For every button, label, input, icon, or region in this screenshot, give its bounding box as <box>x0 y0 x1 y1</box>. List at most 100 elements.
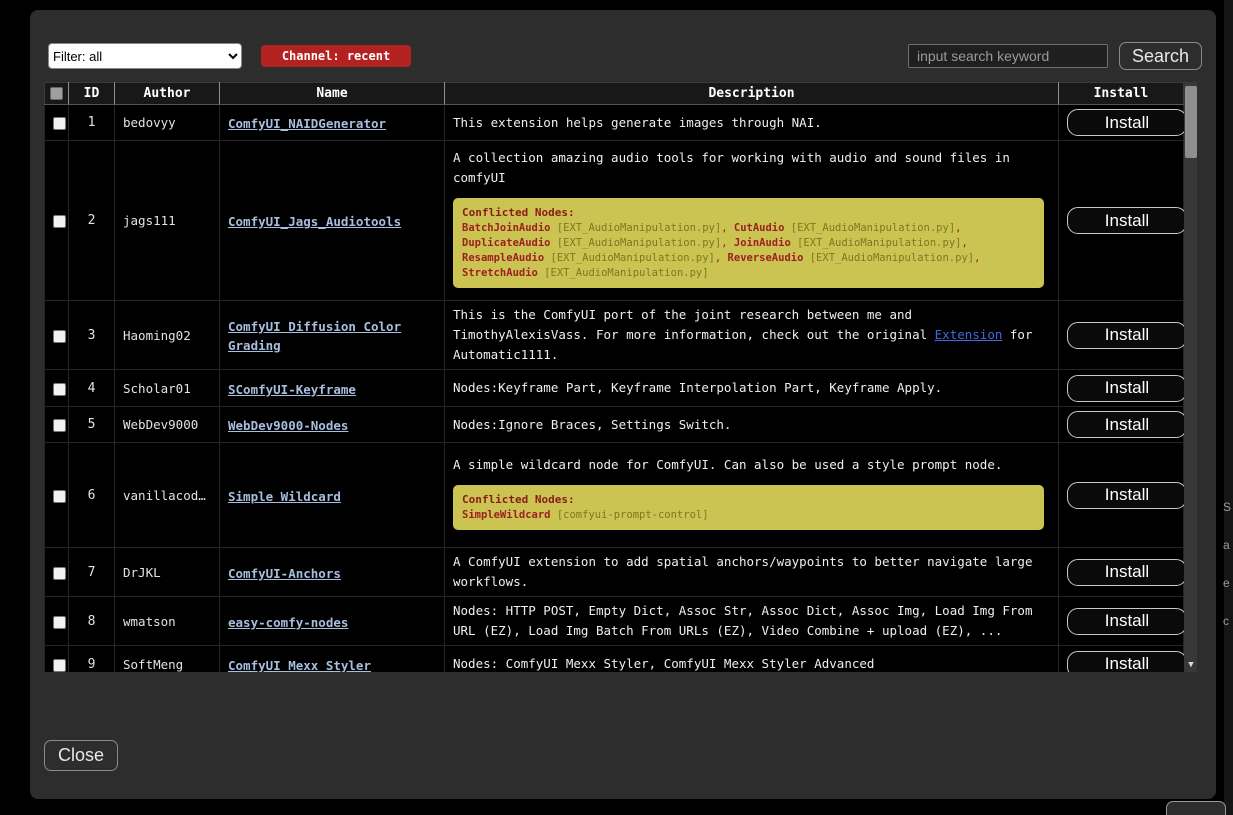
row-select-cell <box>45 548 69 597</box>
row-install-cell: Install <box>1059 597 1184 646</box>
description-text: Nodes:Ignore Braces, Settings Switch. <box>453 415 1050 435</box>
filter-select[interactable]: Filter: all <box>48 43 242 69</box>
extension-table-area: ID Author Name Description Install 1bedo… <box>44 82 1197 672</box>
extension-table: ID Author Name Description Install 1bedo… <box>44 82 1184 672</box>
row-description-cell: A simple wildcard node for ComfyUI. Can … <box>445 443 1059 548</box>
row-description-cell: Nodes: ComfyUI Mexx Styler, ComfyUI Mexx… <box>445 646 1059 673</box>
install-button[interactable]: Install <box>1067 559 1187 586</box>
extension-name-link[interactable]: Simple Wildcard <box>228 489 341 504</box>
header-description: Description <box>445 83 1059 105</box>
row-install-cell: Install <box>1059 301 1184 370</box>
row-checkbox[interactable] <box>53 490 66 503</box>
description-text: Nodes: HTTP POST, Empty Dict, Assoc Str,… <box>453 601 1050 641</box>
table-row: 1bedovyyComfyUI_NAIDGeneratorThis extens… <box>45 105 1184 141</box>
table-header-row: ID Author Name Description Install <box>45 83 1184 105</box>
table-scrollbar[interactable]: ▼ <box>1184 82 1197 672</box>
row-install-cell: Install <box>1059 646 1184 673</box>
row-install-cell: Install <box>1059 141 1184 301</box>
row-name-cell: WebDev9000-Nodes <box>220 407 445 443</box>
row-select-cell <box>45 301 69 370</box>
table-scrollbar-thumb[interactable] <box>1185 86 1197 158</box>
install-button[interactable]: Install <box>1067 411 1187 438</box>
conflict-node-name: ResampleAudio <box>462 252 544 264</box>
row-id: 9 <box>69 646 115 673</box>
row-description-cell: This is the ComfyUI port of the joint re… <box>445 301 1059 370</box>
row-name-cell: ComfyUI_Mexx_Styler <box>220 646 445 673</box>
header-id: ID <box>69 83 115 105</box>
row-checkbox[interactable] <box>53 616 66 629</box>
background-text-fragment: a <box>1223 538 1233 553</box>
dialog-toolbar: Filter: all Channel: recent Search <box>44 42 1202 70</box>
header-name: Name <box>220 83 445 105</box>
scrollbar-down-arrow-icon[interactable]: ▼ <box>1184 659 1197 671</box>
row-checkbox[interactable] <box>53 117 66 130</box>
extension-name-link[interactable]: ComfyUI Diffusion Color Grading <box>228 319 401 353</box>
table-row: 2jags111ComfyUI_Jags_AudiotoolsA collect… <box>45 141 1184 301</box>
row-author: vanillacode314 <box>115 443 220 548</box>
row-install-cell: Install <box>1059 443 1184 548</box>
extension-name-link[interactable]: ComfyUI_Mexx_Styler <box>228 658 371 673</box>
install-button[interactable]: Install <box>1067 109 1187 136</box>
extension-name-link[interactable]: ComfyUI_Jags_Audiotools <box>228 214 401 229</box>
install-button[interactable]: Install <box>1067 651 1187 673</box>
row-checkbox[interactable] <box>53 215 66 228</box>
conflict-node-name: ReverseAudio <box>728 252 804 264</box>
install-button[interactable]: Install <box>1067 608 1187 635</box>
channel-badge[interactable]: Channel: recent <box>261 45 411 67</box>
install-button[interactable]: Install <box>1067 207 1187 234</box>
extension-name-link[interactable]: ComfyUI_NAIDGenerator <box>228 116 386 131</box>
extension-name-link[interactable]: ComfyUI-Anchors <box>228 566 341 581</box>
extension-name-link[interactable]: easy-comfy-nodes <box>228 615 348 630</box>
row-id: 7 <box>69 548 115 597</box>
row-checkbox[interactable] <box>53 567 66 580</box>
conflicted-nodes-title: Conflicted Nodes: <box>462 206 575 219</box>
row-install-cell: Install <box>1059 105 1184 141</box>
table-row: 5WebDev9000WebDev9000-NodesNodes:Ignore … <box>45 407 1184 443</box>
row-description-cell: Nodes:Ignore Braces, Settings Switch. <box>445 407 1059 443</box>
search-button[interactable]: Search <box>1119 42 1202 70</box>
row-author: bedovyy <box>115 105 220 141</box>
occluded-background-strip <box>1224 0 1233 815</box>
conflicted-nodes-title: Conflicted Nodes: <box>462 493 575 506</box>
occluded-corner-button <box>1166 801 1226 815</box>
row-author: Scholar01 <box>115 370 220 407</box>
row-author: SoftMeng <box>115 646 220 673</box>
conflict-node-name: SimpleWildcard <box>462 509 551 521</box>
row-name-cell: ComfyUI Diffusion Color Grading <box>220 301 445 370</box>
row-name-cell: easy-comfy-nodes <box>220 597 445 646</box>
row-checkbox[interactable] <box>53 383 66 396</box>
search-input[interactable] <box>908 44 1108 68</box>
row-id: 2 <box>69 141 115 301</box>
row-checkbox[interactable] <box>53 659 66 672</box>
row-description-cell: Nodes:Keyframe Part, Keyframe Interpolat… <box>445 370 1059 407</box>
row-author: WebDev9000 <box>115 407 220 443</box>
description-link[interactable]: Extension <box>935 327 1003 342</box>
description-text: This extension helps generate images thr… <box>453 113 1050 133</box>
row-checkbox[interactable] <box>53 330 66 343</box>
extension-name-link[interactable]: SComfyUI-Keyframe <box>228 382 356 397</box>
description-text: Nodes:Keyframe Part, Keyframe Interpolat… <box>453 378 1050 398</box>
description-text: A ComfyUI extension to add spatial ancho… <box>453 552 1050 592</box>
install-custom-nodes-dialog: Filter: all Channel: recent Search ID Au… <box>30 10 1216 799</box>
install-button[interactable]: Install <box>1067 322 1187 349</box>
conflict-node-name: CutAudio <box>734 222 785 234</box>
table-row: 9SoftMeng ComfyUI_Mexx_Styler Nodes: Comfy… <box>45 646 1184 673</box>
row-description-cell: A collection amazing audio tools for wor… <box>445 141 1059 301</box>
close-button[interactable]: Close <box>44 740 118 771</box>
extension-name-link[interactable]: WebDev9000-Nodes <box>228 418 348 433</box>
header-install: Install <box>1059 83 1184 105</box>
description-text: A collection amazing audio tools for wor… <box>453 148 1050 188</box>
row-author: Haoming02 <box>115 301 220 370</box>
row-select-cell <box>45 597 69 646</box>
row-checkbox[interactable] <box>53 419 66 432</box>
row-install-cell: Install <box>1059 548 1184 597</box>
row-select-cell <box>45 407 69 443</box>
header-author: Author <box>115 83 220 105</box>
row-select-cell <box>45 141 69 301</box>
install-button[interactable]: Install <box>1067 482 1187 509</box>
row-author: DrJKL <box>115 548 220 597</box>
install-button[interactable]: Install <box>1067 375 1187 402</box>
conflict-node-name: BatchJoinAudio <box>462 222 551 234</box>
select-all-checkbox[interactable] <box>50 87 63 100</box>
row-id: 8 <box>69 597 115 646</box>
